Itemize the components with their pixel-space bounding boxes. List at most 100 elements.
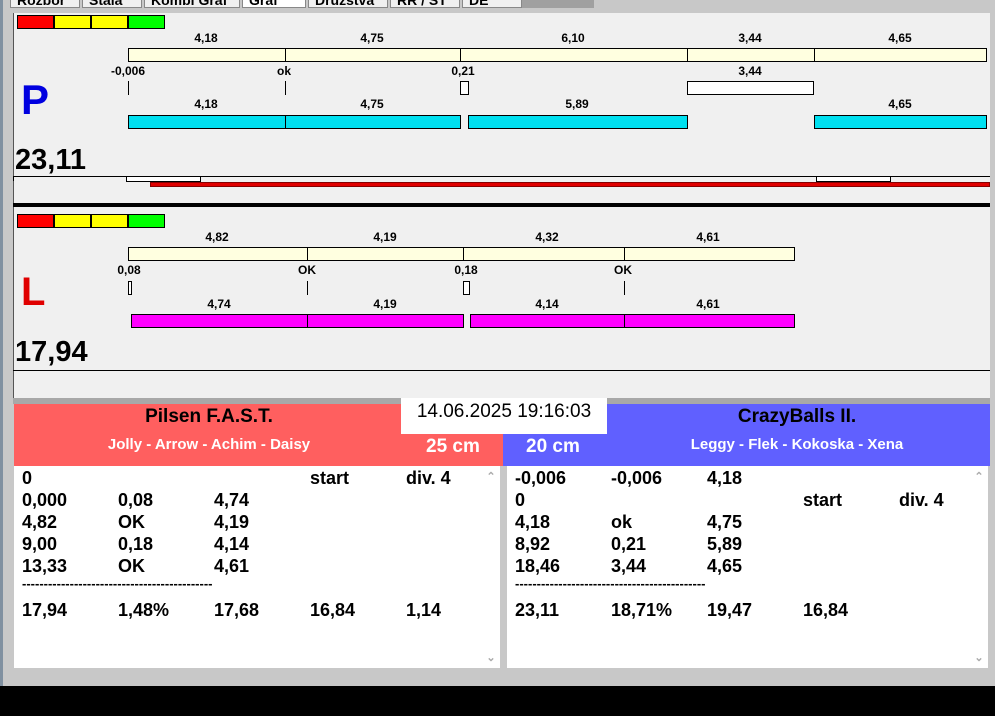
l-letter: L <box>21 270 46 314</box>
log-cell: 4,74 <box>214 490 250 510</box>
panel-separator <box>13 203 990 207</box>
l-row3-label: 4,74 <box>207 297 231 311</box>
tab-rozbor[interactable]: Rozbor <box>10 0 80 8</box>
p-total: 23,11 <box>15 144 86 176</box>
right-team-players: Leggy - Flek - Kokoska - Xena <box>690 436 904 453</box>
l-row1-label: 4,82 <box>205 230 229 244</box>
l-time-bar <box>470 314 625 328</box>
right-team-name: CrazyBalls II. <box>737 406 857 427</box>
p-cumulative-bar <box>460 48 688 62</box>
taskbar <box>0 686 995 716</box>
p-time-bar <box>128 115 286 129</box>
legend-yellow <box>54 214 91 228</box>
l-cumulative-bar <box>307 247 464 261</box>
legend-red <box>17 15 54 29</box>
l-time-bar <box>624 314 795 328</box>
log-cell: 16,84 <box>803 600 849 620</box>
l-cumulative-bar <box>128 247 308 261</box>
p-row3-label: 4,65 <box>888 97 912 111</box>
log-separator: ----------------------------------------… <box>515 576 706 591</box>
p-row2-label: 0,21 <box>451 64 475 78</box>
tab-graf[interactable]: Graf <box>242 0 306 8</box>
log-cell: 18,46 <box>515 556 561 576</box>
l-row2-label: OK <box>298 263 316 277</box>
p-gap-box <box>687 81 814 95</box>
log-cell: 0,000 <box>22 490 68 510</box>
right-team-log[interactable]: -0,006 -0,006 4,18 0 start div. 4 4,18 ok 4,75 8,… <box>507 466 988 668</box>
l-row3-label: 4,14 <box>535 297 559 311</box>
log-cell: 18,71% <box>611 600 673 620</box>
p-gap-tick <box>128 81 129 95</box>
l-gap-box <box>128 281 132 295</box>
legend-red <box>17 214 54 228</box>
p-time-bar <box>814 115 987 129</box>
left-team-distance: 25 cm <box>426 436 480 457</box>
log-cell: 1,48% <box>118 600 170 620</box>
log-cell: 4,19 <box>214 512 250 532</box>
log-cell: 0,18 <box>118 534 154 554</box>
p-row1-label: 4,75 <box>360 31 384 45</box>
tab-rr-st[interactable]: RR / ST <box>390 0 460 8</box>
l-gap-tick <box>624 281 625 295</box>
log-cell: 8,92 <box>515 534 551 554</box>
p-row3-label: 4,75 <box>360 97 384 111</box>
p-row1-label: 4,65 <box>888 31 912 45</box>
log-cell: start <box>803 490 843 510</box>
p-gap-box <box>460 81 469 95</box>
log-cell: -0,006 <box>515 468 567 488</box>
p-row3-label: 4,18 <box>194 97 218 111</box>
l-total: 17,94 <box>15 336 88 368</box>
log-cell: 4,18 <box>707 468 743 488</box>
log-cell: 19,47 <box>707 600 753 620</box>
l-row2-label: OK <box>614 263 632 277</box>
right-team-distance: 20 cm <box>526 436 580 457</box>
log-cell: 3,44 <box>611 556 647 576</box>
p-row2-label: -0,006 <box>110 64 146 78</box>
scroll-up-icon[interactable]: ⌃ <box>484 470 498 483</box>
log-cell: 17,68 <box>214 600 260 620</box>
p-row3-label: 5,89 <box>565 97 589 111</box>
p-mini-tick <box>13 176 14 181</box>
log-cell: div. 4 <box>406 468 451 488</box>
left-team-log[interactable]: 0 start div. 4 0,000 0,08 4,74 4,82 OK 4,19 9,00 0… <box>14 466 500 668</box>
l-row2-label: 0,18 <box>454 263 478 277</box>
p-row1-label: 3,44 <box>738 31 762 45</box>
log-cell: 4,82 <box>22 512 58 532</box>
legend-green <box>128 15 165 29</box>
log-cell: 0,08 <box>118 490 154 510</box>
log-cell: 0 <box>22 468 33 488</box>
log-cell: 0 <box>515 490 526 510</box>
log-cell: 1,14 <box>406 600 442 620</box>
p-cumulative-bar <box>687 48 815 62</box>
p-time-bar <box>285 115 461 129</box>
tab-stala[interactable]: Stála <box>82 0 142 8</box>
log-cell: div. 4 <box>899 490 944 510</box>
l-row3-label: 4,19 <box>373 297 397 311</box>
scroll-down-icon[interactable]: ⌄ <box>972 651 986 664</box>
log-cell: ok <box>611 512 633 532</box>
window-border <box>0 0 3 686</box>
p-cumulative-bar <box>285 48 461 62</box>
log-cell: OK <box>118 512 145 532</box>
p-row1-label: 6,10 <box>561 31 585 45</box>
log-cell: 4,75 <box>707 512 743 532</box>
l-cumulative-bar <box>624 247 795 261</box>
log-cell: 0,21 <box>611 534 647 554</box>
log-cell: start <box>310 468 350 488</box>
log-cell: 13,33 <box>22 556 68 576</box>
tab-de[interactable]: DE <box>462 0 522 8</box>
log-cell: 9,00 <box>22 534 58 554</box>
scroll-down-icon[interactable]: ⌄ <box>484 651 498 664</box>
l-row3-label: 4,61 <box>696 297 720 311</box>
p-cumulative-bar <box>128 48 286 62</box>
tab-kombi-graf[interactable]: Kombi Graf <box>144 0 240 8</box>
tab-druzstva[interactable]: Družstva <box>308 0 388 8</box>
log-cell: 5,89 <box>707 534 743 554</box>
p-gap-tick <box>285 81 286 95</box>
scroll-up-icon[interactable]: ⌃ <box>972 470 986 483</box>
legend-yellow <box>54 15 91 29</box>
l-gap-tick <box>307 281 308 295</box>
p-time-bar <box>468 115 688 129</box>
l-row1-label: 4,61 <box>696 230 720 244</box>
p-row2-label: ok <box>276 64 292 78</box>
